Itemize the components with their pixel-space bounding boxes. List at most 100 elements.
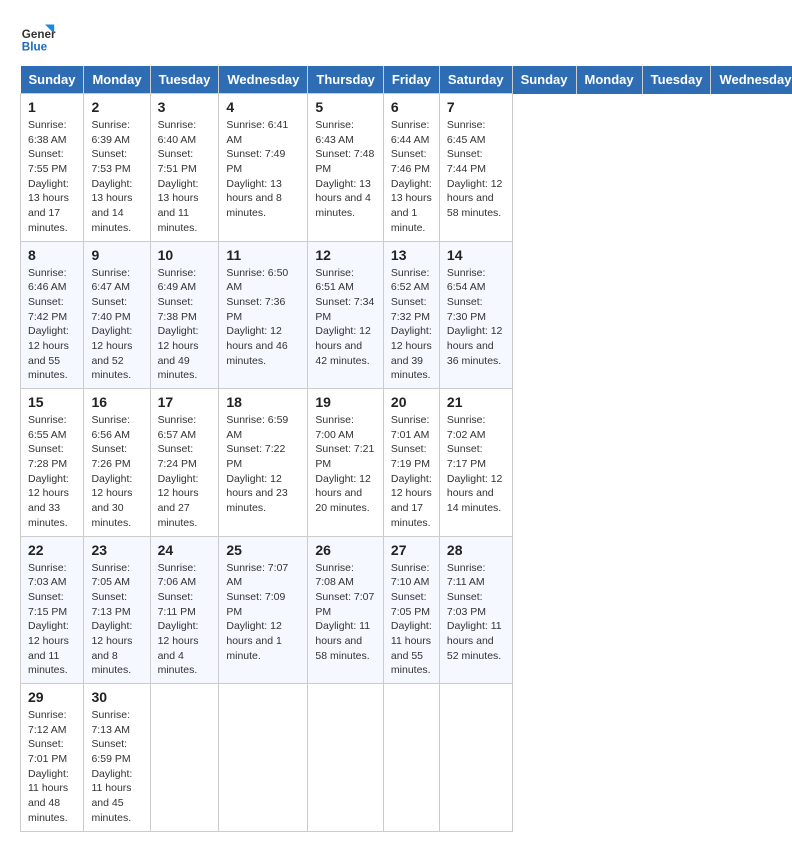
weekday-header-sunday: Sunday	[21, 66, 84, 94]
calendar-cell: 12 Sunrise: 6:51 AM Sunset: 7:34 PM Dayli…	[308, 241, 384, 389]
calendar-week-row: 22 Sunrise: 7:03 AM Sunset: 7:15 PM Dayli…	[21, 536, 792, 684]
calendar-cell: 3 Sunrise: 6:40 AM Sunset: 7:51 PM Daylig…	[150, 94, 219, 242]
day-number: 8	[28, 247, 76, 263]
day-number: 26	[315, 542, 376, 558]
calendar-cell: 17Sunrise: 6:57 AM Sunset: 7:24 PM Dayli…	[150, 389, 219, 537]
day-info: Sunrise: 6:49 AM Sunset: 7:38 PM Dayligh…	[158, 266, 212, 384]
day-number: 18	[226, 394, 300, 410]
day-number: 25	[226, 542, 300, 558]
calendar-cell: 14 Sunrise: 6:54 AM Sunset: 7:30 PM Dayli…	[439, 241, 512, 389]
day-number: 21	[447, 394, 505, 410]
day-info: Sunrise: 6:47 AM Sunset: 7:40 PM Dayligh…	[91, 266, 142, 384]
calendar-cell: 11Sunrise: 6:50 AM Sunset: 7:36 PM Dayli…	[219, 241, 308, 389]
weekday-header-thursday: Thursday	[308, 66, 384, 94]
day-number: 10	[158, 247, 212, 263]
calendar-cell: 13 Sunrise: 6:52 AM Sunset: 7:32 PM Dayli…	[383, 241, 439, 389]
calendar-cell: 22 Sunrise: 7:03 AM Sunset: 7:15 PM Dayli…	[21, 536, 84, 684]
day-info: Sunrise: 6:41 AM Sunset: 7:49 PM Dayligh…	[226, 118, 300, 221]
calendar-cell	[383, 684, 439, 832]
day-info: Sunrise: 6:46 AM Sunset: 7:42 PM Dayligh…	[28, 266, 76, 384]
day-number: 2	[91, 99, 142, 115]
day-info: Sunrise: 7:10 AM Sunset: 7:05 PM Dayligh…	[391, 561, 432, 679]
calendar-cell: 28Sunrise: 7:11 AM Sunset: 7:03 PM Dayli…	[439, 536, 512, 684]
weekday-header-sunday: Sunday	[512, 66, 576, 94]
weekday-header-wednesday: Wednesday	[219, 66, 308, 94]
weekday-header-tuesday: Tuesday	[642, 66, 711, 94]
day-info: Sunrise: 6:51 AM Sunset: 7:34 PM Dayligh…	[315, 266, 376, 369]
logo-icon: General Blue	[20, 20, 56, 56]
day-info: Sunrise: 6:40 AM Sunset: 7:51 PM Dayligh…	[158, 118, 212, 236]
calendar-cell: 19 Sunrise: 7:00 AM Sunset: 7:21 PM Dayli…	[308, 389, 384, 537]
calendar-cell: 4 Sunrise: 6:41 AM Sunset: 7:49 PM Daylig…	[219, 94, 308, 242]
day-info: Sunrise: 7:03 AM Sunset: 7:15 PM Dayligh…	[28, 561, 76, 679]
day-info: Sunrise: 6:54 AM Sunset: 7:30 PM Dayligh…	[447, 266, 505, 369]
calendar-cell: 21 Sunrise: 7:02 AM Sunset: 7:17 PM Dayli…	[439, 389, 512, 537]
calendar-cell	[439, 684, 512, 832]
calendar-cell	[219, 684, 308, 832]
day-number: 22	[28, 542, 76, 558]
day-number: 20	[391, 394, 432, 410]
calendar-cell: 8 Sunrise: 6:46 AM Sunset: 7:42 PM Daylig…	[21, 241, 84, 389]
svg-text:Blue: Blue	[22, 41, 48, 54]
day-number: 1	[28, 99, 76, 115]
day-number: 12	[315, 247, 376, 263]
day-info: Sunrise: 7:00 AM Sunset: 7:21 PM Dayligh…	[315, 413, 376, 516]
calendar-cell: 23Sunrise: 7:05 AM Sunset: 7:13 PM Dayli…	[84, 536, 150, 684]
calendar-cell: 24Sunrise: 7:06 AM Sunset: 7:11 PM Dayli…	[150, 536, 219, 684]
day-info: Sunrise: 6:43 AM Sunset: 7:48 PM Dayligh…	[315, 118, 376, 221]
day-number: 27	[391, 542, 432, 558]
day-number: 9	[91, 247, 142, 263]
day-number: 29	[28, 689, 76, 705]
calendar-cell: 20 Sunrise: 7:01 AM Sunset: 7:19 PM Dayli…	[383, 389, 439, 537]
day-number: 23	[91, 542, 142, 558]
day-number: 7	[447, 99, 505, 115]
calendar-cell: 1 Sunrise: 6:38 AM Sunset: 7:55 PM Daylig…	[21, 94, 84, 242]
day-number: 30	[91, 689, 142, 705]
calendar-cell: 16Sunrise: 6:56 AM Sunset: 7:26 PM Dayli…	[84, 389, 150, 537]
calendar-week-row: 8 Sunrise: 6:46 AM Sunset: 7:42 PM Daylig…	[21, 241, 792, 389]
calendar-cell: 2Sunrise: 6:39 AM Sunset: 7:53 PM Daylig…	[84, 94, 150, 242]
weekday-header-monday: Monday	[576, 66, 642, 94]
day-info: Sunrise: 6:52 AM Sunset: 7:32 PM Dayligh…	[391, 266, 432, 384]
calendar-cell: 29 Sunrise: 7:12 AM Sunset: 7:01 PM Dayli…	[21, 684, 84, 832]
calendar-cell: 26Sunrise: 7:08 AM Sunset: 7:07 PM Dayli…	[308, 536, 384, 684]
calendar-cell: 27 Sunrise: 7:10 AM Sunset: 7:05 PM Dayli…	[383, 536, 439, 684]
calendar-cell: 15 Sunrise: 6:55 AM Sunset: 7:28 PM Dayli…	[21, 389, 84, 537]
day-number: 13	[391, 247, 432, 263]
day-number: 3	[158, 99, 212, 115]
day-info: Sunrise: 6:55 AM Sunset: 7:28 PM Dayligh…	[28, 413, 76, 531]
day-number: 4	[226, 99, 300, 115]
calendar-cell	[308, 684, 384, 832]
calendar-week-row: 29 Sunrise: 7:12 AM Sunset: 7:01 PM Dayli…	[21, 684, 792, 832]
calendar-week-row: 15 Sunrise: 6:55 AM Sunset: 7:28 PM Dayli…	[21, 389, 792, 537]
calendar-cell	[150, 684, 219, 832]
day-info: Sunrise: 7:12 AM Sunset: 7:01 PM Dayligh…	[28, 708, 76, 826]
calendar-cell: 9 Sunrise: 6:47 AM Sunset: 7:40 PM Daylig…	[84, 241, 150, 389]
day-number: 15	[28, 394, 76, 410]
day-info: Sunrise: 6:56 AM Sunset: 7:26 PM Dayligh…	[91, 413, 142, 531]
day-info: Sunrise: 6:59 AM Sunset: 7:22 PM Dayligh…	[226, 413, 300, 516]
calendar-cell: 30Sunrise: 7:13 AM Sunset: 6:59 PM Dayli…	[84, 684, 150, 832]
calendar-cell: 6Sunrise: 6:44 AM Sunset: 7:46 PM Daylig…	[383, 94, 439, 242]
day-info: Sunrise: 6:38 AM Sunset: 7:55 PM Dayligh…	[28, 118, 76, 236]
calendar-header-row: SundayMondayTuesdayWednesdayThursdayFrid…	[21, 66, 792, 94]
weekday-header-wednesday: Wednesday	[711, 66, 792, 94]
weekday-header-tuesday: Tuesday	[150, 66, 219, 94]
day-number: 28	[447, 542, 505, 558]
calendar-cell: 10 Sunrise: 6:49 AM Sunset: 7:38 PM Dayli…	[150, 241, 219, 389]
day-number: 6	[391, 99, 432, 115]
day-info: Sunrise: 6:57 AM Sunset: 7:24 PM Dayligh…	[158, 413, 212, 531]
day-info: Sunrise: 7:02 AM Sunset: 7:17 PM Dayligh…	[447, 413, 505, 516]
calendar-cell: 7Sunrise: 6:45 AM Sunset: 7:44 PM Daylig…	[439, 94, 512, 242]
logo: General Blue	[20, 20, 56, 56]
calendar-cell: 5 Sunrise: 6:43 AM Sunset: 7:48 PM Daylig…	[308, 94, 384, 242]
day-number: 24	[158, 542, 212, 558]
calendar-week-row: 1 Sunrise: 6:38 AM Sunset: 7:55 PM Daylig…	[21, 94, 792, 242]
day-number: 19	[315, 394, 376, 410]
day-number: 5	[315, 99, 376, 115]
day-number: 14	[447, 247, 505, 263]
day-info: Sunrise: 7:01 AM Sunset: 7:19 PM Dayligh…	[391, 413, 432, 531]
day-number: 11	[226, 247, 300, 263]
weekday-header-friday: Friday	[383, 66, 439, 94]
weekday-header-monday: Monday	[84, 66, 150, 94]
